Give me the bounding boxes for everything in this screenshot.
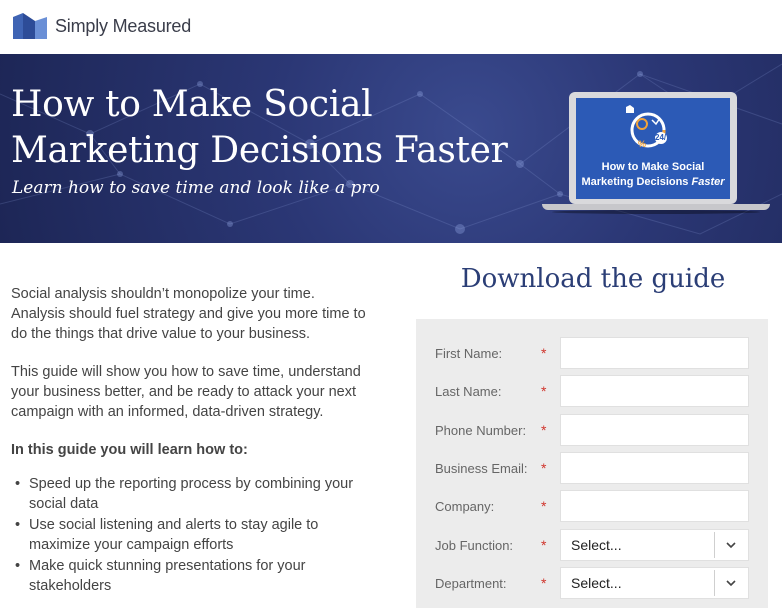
hero-subtitle: Learn how to save time and look like a p… <box>12 178 380 198</box>
cover-title-line-2a: Marketing Decisions <box>581 176 692 188</box>
company-field[interactable] <box>560 490 749 522</box>
cover-title-line-1: How to Make Social <box>601 161 705 173</box>
hero-banner: How to Make Social Marketing Decisions F… <box>0 54 782 243</box>
intro-paragraph-2: This guide will show you how to save tim… <box>11 364 361 420</box>
select-divider <box>714 532 715 558</box>
ebook-laptop-image: 24/7 % How to Make Social Marketing Deci… <box>542 92 770 222</box>
job-function-select[interactable]: Select... <box>560 529 749 561</box>
bullet-icon: • <box>15 517 21 533</box>
first-name-label: First Name: <box>435 346 503 361</box>
select-divider <box>714 570 715 596</box>
required-marker: * <box>541 537 547 553</box>
cover-percent: % <box>638 139 647 149</box>
required-marker: * <box>541 460 547 476</box>
first-name-row: First Name: * <box>416 337 768 369</box>
brand-name: Simply Measured <box>55 15 192 36</box>
chevron-down-icon <box>726 542 736 549</box>
form-title: Download the guide <box>460 264 726 294</box>
job-function-label: Job Function: <box>435 538 514 553</box>
last-name-label: Last Name: <box>435 384 502 399</box>
cover-title: How to Make Social Marketing Decisions F… <box>576 160 730 190</box>
laptop-shadow <box>552 210 760 214</box>
cover-title-line-2b: Faster <box>691 176 725 188</box>
company-label: Company: <box>435 499 495 514</box>
learn-heading: In this guide you will learn how to: <box>11 442 248 458</box>
first-name-field[interactable] <box>560 337 749 369</box>
required-marker: * <box>541 383 547 399</box>
department-label: Department: <box>435 576 507 591</box>
job-function-value: Select... <box>571 537 622 553</box>
chevron-down-icon <box>726 580 736 587</box>
business-email-label: Business Email: <box>435 461 528 476</box>
department-select[interactable]: Select... <box>560 567 749 599</box>
business-email-field[interactable] <box>560 452 749 484</box>
cover-badge: 24/7 <box>655 133 671 142</box>
phone-number-label: Phone Number: <box>435 423 527 438</box>
last-name-field[interactable] <box>560 375 749 407</box>
bullet-icon: • <box>15 558 21 574</box>
bullet-icon: • <box>15 476 21 492</box>
department-row: Department: * Select... <box>416 567 768 599</box>
required-marker: * <box>541 575 547 591</box>
list-item: • Make quick stunning presentations for y… <box>15 558 306 594</box>
required-marker: * <box>541 422 547 438</box>
company-row: Company: * <box>416 490 768 522</box>
job-function-row: Job Function: * Select... <box>416 529 768 561</box>
list-item: • Use social listening and alerts to stay… <box>15 517 319 553</box>
last-name-row: Last Name: * <box>416 375 768 407</box>
intro-paragraph-1: Social analysis shouldn’t monopolize you… <box>11 286 366 342</box>
simply-measured-logo-icon <box>13 13 47 39</box>
department-value: Select... <box>571 575 622 591</box>
clock-chart-icon <box>626 105 667 148</box>
business-email-row: Business Email: * <box>416 452 768 484</box>
site-header: Simply Measured <box>0 0 782 54</box>
title-line-2: Marketing Decisions Faster <box>11 130 508 171</box>
guide-description: Social analysis shouldn’t monopolize you… <box>11 284 366 597</box>
brand-logo[interactable]: Simply Measured <box>11 11 191 41</box>
phone-number-row: Phone Number: * <box>416 414 768 446</box>
page-title: How to Make Social Marketing Decisions F… <box>11 82 531 174</box>
title-line-1: How to Make Social <box>11 84 373 125</box>
learn-list: • Speed up the reporting process by combi… <box>11 474 366 596</box>
phone-number-field[interactable] <box>560 414 749 446</box>
download-form: First Name: * Last Name: * Phone Number:… <box>416 319 768 608</box>
required-marker: * <box>541 345 547 361</box>
required-marker: * <box>541 498 547 514</box>
list-item: • Speed up the reporting process by combi… <box>15 476 354 512</box>
